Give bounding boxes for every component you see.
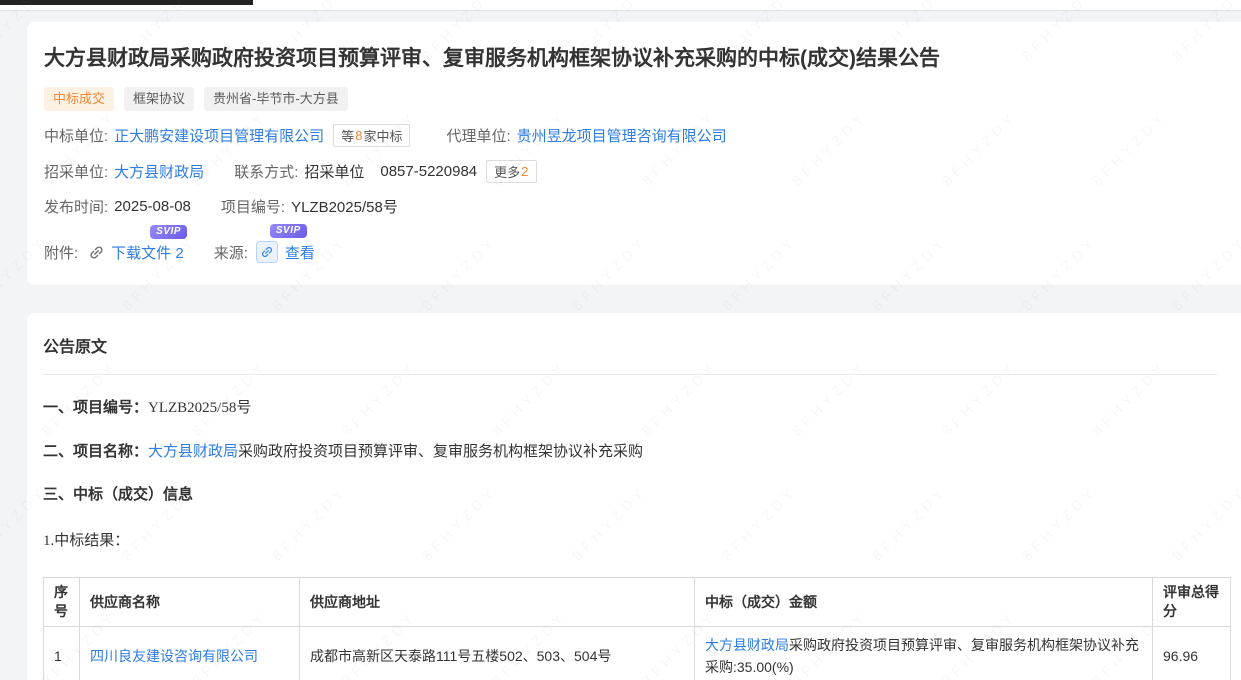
svip-badge[interactable]: SVIP bbox=[150, 225, 187, 239]
more-contacts-label: 更多 bbox=[494, 162, 520, 181]
meta-row-publish: 发布时间: 2025-08-08 项目编号: YLZB2025/58号 bbox=[44, 196, 1217, 217]
meta-row-winner: 中标单位: 正大鹏安建设项目管理有限公司 等8家中标 代理单位: 贵州昱龙项目管… bbox=[44, 124, 1217, 147]
col-header-score: 评审总得分 bbox=[1153, 578, 1231, 627]
contact-label: 联系方式: bbox=[234, 161, 298, 182]
project-number: YLZB2025/58号 bbox=[291, 196, 398, 217]
more-contacts-badge[interactable]: 更多2 bbox=[486, 160, 537, 183]
announcement-summary-card: 大方县财政局采购政府投资项目预算评审、复审服务机构框架协议补充采购的中标(成交)… bbox=[27, 22, 1241, 285]
meta-row-purchaser: 招采单位: 大方县财政局 联系方式: 招采单位 0857-5220984 更多2 bbox=[44, 160, 1217, 183]
col-header-amount: 中标（成交）金额 bbox=[695, 578, 1153, 627]
table-header-row: 序号 供应商名称 供应商地址 中标（成交）金额 评审总得分 bbox=[44, 578, 1231, 627]
supplier-link[interactable]: 四川良友建设咨询有限公司 bbox=[90, 648, 258, 664]
project-number-label: 项目编号: bbox=[221, 196, 285, 217]
link-icon bbox=[257, 242, 277, 262]
source-link-group: SVIP 查看 bbox=[254, 241, 315, 263]
project-number-line: 一、项目编号：YLZB2025/58号 bbox=[43, 397, 1217, 419]
tag-region: 贵州省-毕节市-大方县 bbox=[204, 87, 348, 111]
contact-phone: 0857-5220984 bbox=[380, 163, 477, 180]
winner-company-link[interactable]: 正大鹏安建设项目管理有限公司 bbox=[114, 125, 324, 146]
attachment-label: 附件: bbox=[44, 242, 78, 263]
project-name-purchaser-link[interactable]: 大方县财政局 bbox=[148, 443, 238, 460]
cell-score: 96.96 bbox=[1153, 627, 1231, 680]
browser-top-strip bbox=[0, 0, 1241, 11]
project-name-line: 二、项目名称：大方县财政局采购政府投资项目预算评审、复审服务机构框架协议补充采购 bbox=[43, 441, 1217, 462]
col-header-serial: 序号 bbox=[44, 578, 80, 627]
more-winners-count: 8 bbox=[355, 128, 362, 143]
project-number-line-value: YLZB2025/58号 bbox=[148, 400, 251, 416]
contact-name: 招采单位 bbox=[304, 161, 364, 182]
tag-row: 中标成交 框架协议 贵州省-毕节市-大方县 bbox=[44, 87, 1217, 111]
source-link-iconbox[interactable] bbox=[256, 241, 278, 263]
project-name-line-label: 二、项目名称： bbox=[43, 443, 148, 460]
winner-label: 中标单位: bbox=[44, 125, 108, 146]
original-text-heading: 公告原文 bbox=[43, 333, 1217, 357]
more-winners-badge[interactable]: 等8家中标 bbox=[333, 124, 410, 147]
cell-address: 成都市高新区天泰路111号五楼502、503、504号 bbox=[300, 627, 695, 680]
more-winners-prefix: 等 bbox=[341, 126, 354, 145]
cell-serial: 1 bbox=[44, 627, 80, 680]
original-text-card: 公告原文 一、项目编号：YLZB2025/58号 二、项目名称：大方县财政局采购… bbox=[27, 313, 1241, 680]
attachment-link-icon bbox=[85, 240, 109, 264]
tag-result-type: 中标成交 bbox=[44, 87, 114, 111]
award-info-line: 三、中标（成交）信息 bbox=[43, 484, 1217, 505]
agent-company-link[interactable]: 贵州昱龙项目管理咨询有限公司 bbox=[517, 125, 727, 146]
col-header-supplier: 供应商名称 bbox=[80, 578, 300, 627]
amount-purchaser-link[interactable]: 大方县财政局 bbox=[705, 637, 789, 653]
svip-badge[interactable]: SVIP bbox=[270, 224, 307, 238]
more-winners-suffix: 家中标 bbox=[363, 126, 402, 145]
col-header-address: 供应商地址 bbox=[300, 578, 695, 627]
result-label: 1.中标结果： bbox=[43, 529, 1217, 550]
purchaser-link[interactable]: 大方县财政局 bbox=[114, 161, 204, 182]
source-label: 来源: bbox=[214, 242, 248, 263]
view-source-link[interactable]: 查看 bbox=[285, 242, 315, 263]
award-result-table: 序号 供应商名称 供应商地址 中标（成交）金额 评审总得分 1 四川良友建设咨询… bbox=[43, 577, 1231, 680]
agent-label: 代理单位: bbox=[446, 125, 510, 146]
meta-row-attachment: 附件: SVIP 下载文件 2 来源: SVIP 查看 bbox=[44, 241, 1217, 263]
publish-date: 2025-08-08 bbox=[114, 198, 191, 215]
purchaser-label: 招采单位: bbox=[44, 161, 108, 182]
project-name-line-text: 采购政府投资项目预算评审、复审服务机构框架协议补充采购 bbox=[238, 443, 643, 460]
section-divider bbox=[43, 374, 1217, 375]
browser-tab-remnant bbox=[0, 0, 253, 5]
download-files-link[interactable]: 下载文件 2 bbox=[111, 242, 184, 263]
publish-date-label: 发布时间: bbox=[44, 196, 108, 217]
page-title: 大方县财政局采购政府投资项目预算评审、复审服务机构框架协议补充采购的中标(成交)… bbox=[44, 45, 1217, 73]
attachment-link-group: SVIP 下载文件 2 bbox=[84, 242, 184, 263]
tag-framework-agreement: 框架协议 bbox=[124, 87, 194, 111]
more-contacts-count: 2 bbox=[521, 164, 528, 179]
cell-amount: 大方县财政局采购政府投资项目预算评审、复审服务机构框架协议补充采购:35.00(… bbox=[695, 627, 1153, 680]
table-row: 1 四川良友建设咨询有限公司 成都市高新区天泰路111号五楼502、503、50… bbox=[44, 627, 1231, 680]
award-info-label: 三、中标（成交）信息 bbox=[43, 486, 193, 503]
project-number-line-label: 一、项目编号： bbox=[43, 399, 148, 416]
